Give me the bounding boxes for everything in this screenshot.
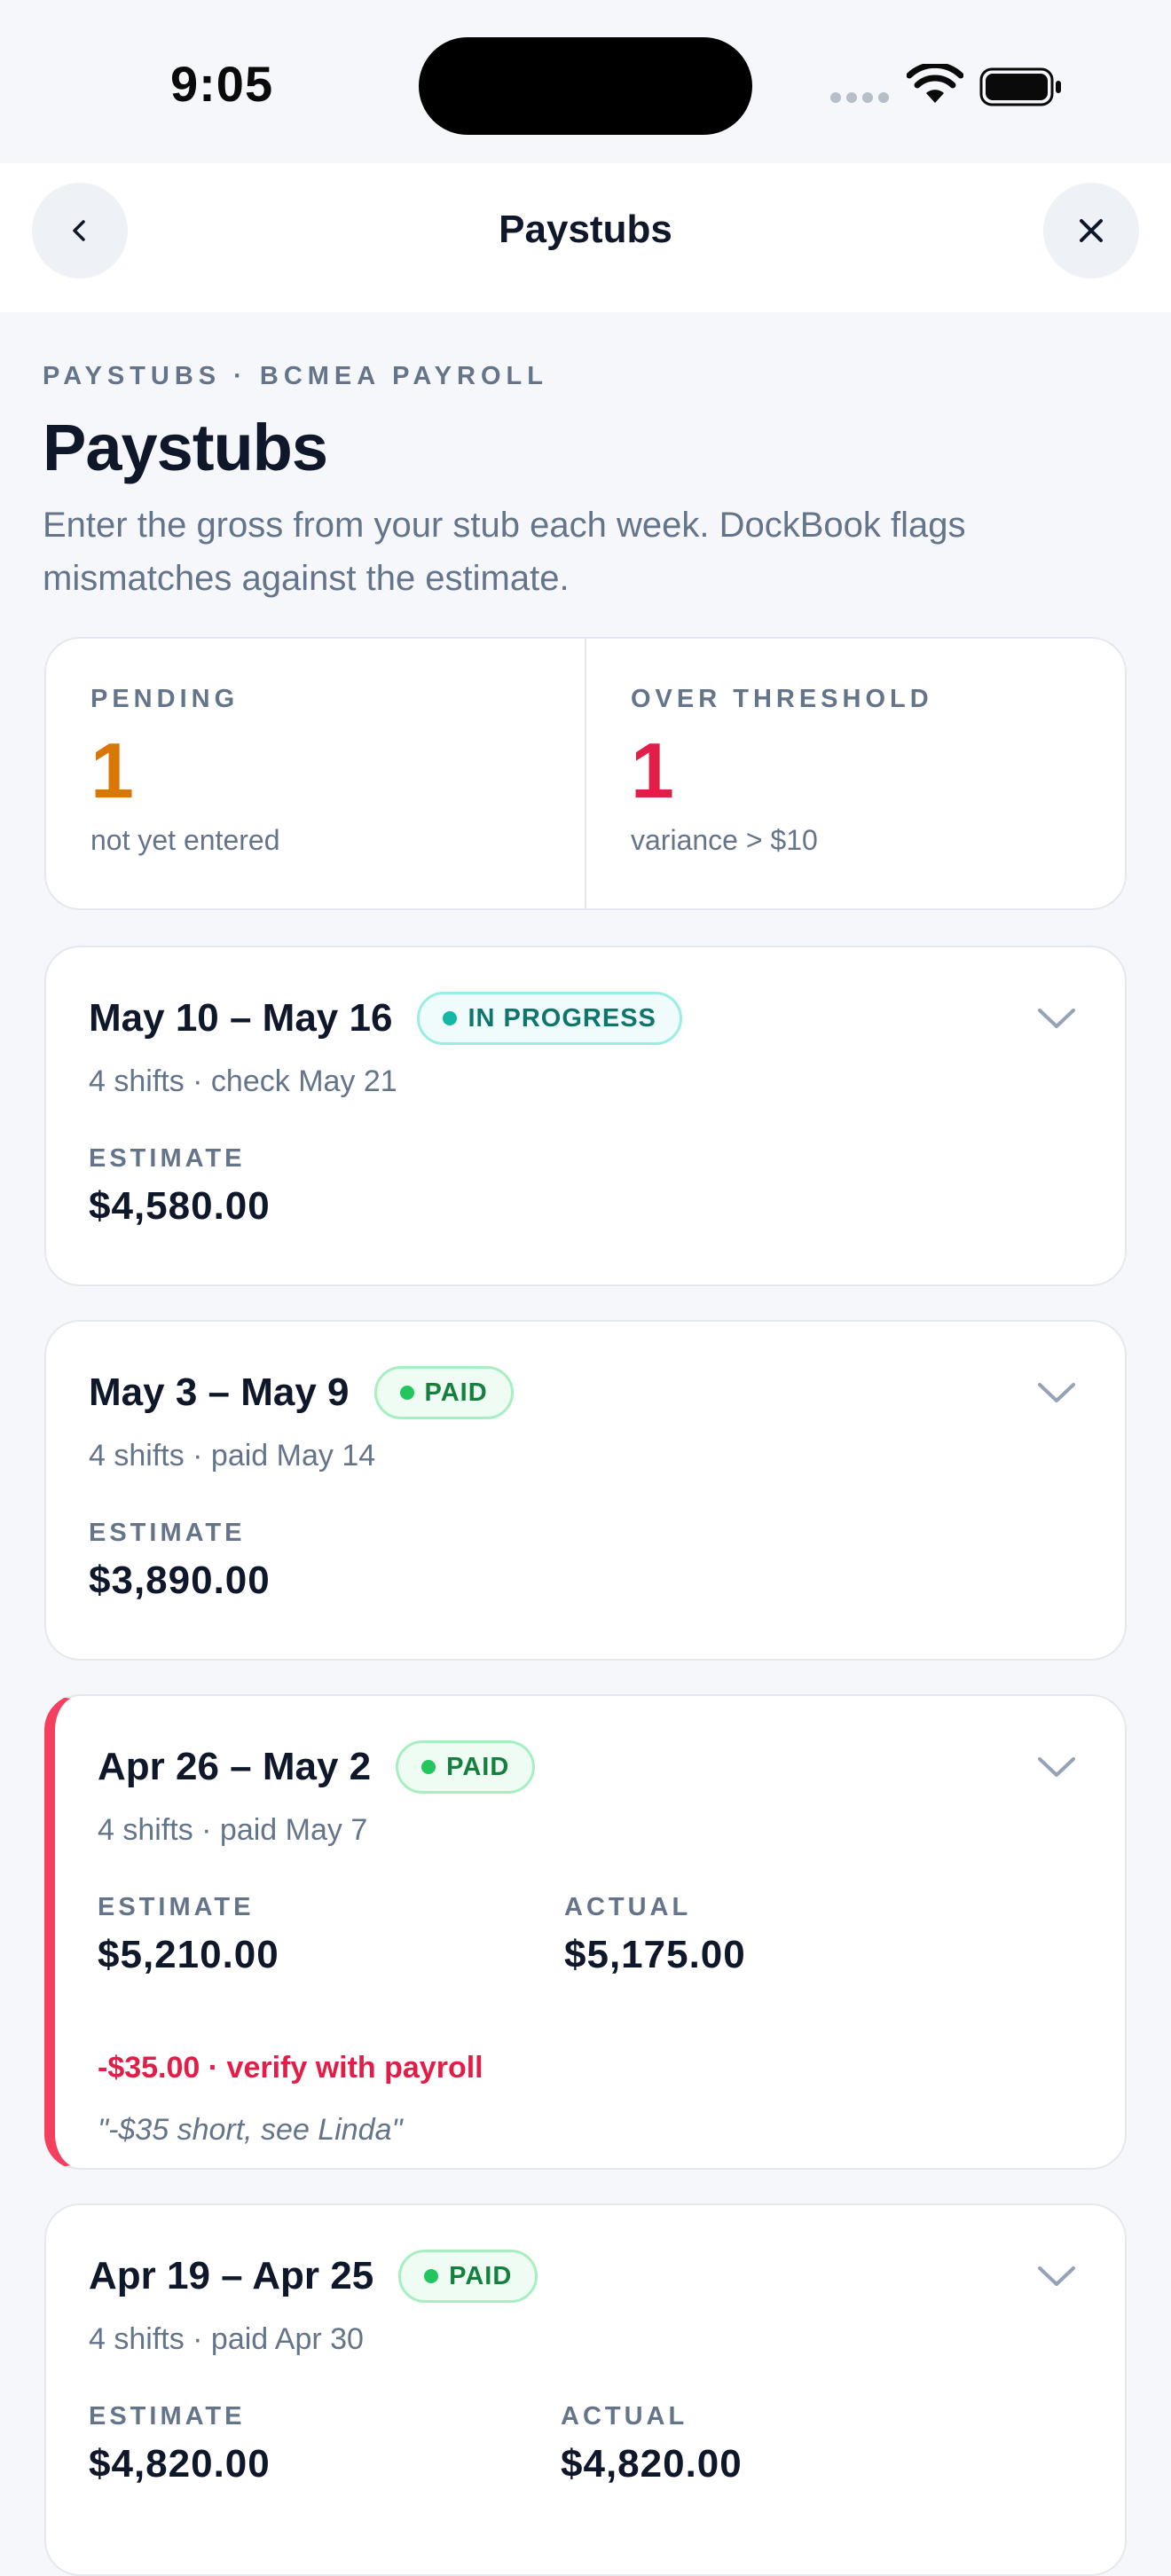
over-threshold-count: 1 [631,726,674,814]
estimate-value: $4,580.00 [89,1184,271,1228]
week-card-flagged[interactable]: Apr 26 – May 2 PAID 4 shifts · paid May … [44,1694,1127,2170]
chevron-down-icon[interactable] [1036,1380,1077,1405]
status-badge-label: PAID [449,2261,513,2290]
close-icon [1080,219,1103,242]
week-meta: 4 shifts · paid May 14 [89,1439,376,1473]
week-card[interactable]: May 3 – May 9 PAID 4 shifts · paid May 1… [44,1320,1127,1661]
week-card[interactable]: Apr 19 – Apr 25 PAID 4 shifts · paid Apr… [44,2203,1127,2576]
week-range: Apr 26 – May 2 [98,1745,372,1788]
status-badge: PAID [373,1366,514,1419]
page-subtitle: Enter the gross from your stub each week… [43,506,966,598]
summary-label: OVER THRESHOLD [631,685,933,713]
cellular-signal-icon [830,92,889,103]
battery-icon [979,67,1061,106]
page-title: Paystubs [43,411,328,484]
estimate-label: ESTIMATE [98,1893,255,1921]
estimate-block: ESTIMATE $4,820.00 [89,2402,271,2486]
summary-note: not yet entered [90,824,280,856]
estimate-value: $5,210.00 [98,1933,279,1976]
estimate-block: ESTIMATE $5,210.00 [98,1893,279,1977]
estimate-value: $4,820.00 [89,2442,271,2486]
status-badge-label: PAID [446,1752,510,1781]
summary-label: PENDING [90,685,240,713]
status-badge-label: PAID [424,1378,488,1407]
status-bar: 9:05 [0,0,1171,163]
status-badge: PAID [398,2250,538,2303]
estimate-label: ESTIMATE [89,1519,246,1547]
estimate-block: ESTIMATE $3,890.00 [89,1519,271,1603]
estimate-block: ESTIMATE $4,580.00 [89,1144,271,1229]
actual-block: ACTUAL $5,175.00 [564,1893,746,1977]
actual-value: $5,175.00 [564,1933,746,1976]
variance-warning: -$35.00 · verify with payroll [98,2051,483,2085]
chevron-down-icon[interactable] [1036,1006,1077,1031]
summary-pending: PENDING 1 not yet entered [46,639,585,908]
actual-value: $4,820.00 [561,2442,743,2486]
week-meta: 4 shifts · paid May 7 [98,1813,368,1847]
week-range: May 3 – May 9 [89,1370,350,1414]
estimate-label: ESTIMATE [89,2402,246,2431]
dynamic-island [419,37,752,135]
estimate-value: $3,890.00 [89,1559,271,1602]
status-badge: PAID [396,1740,536,1794]
chevron-down-icon[interactable] [1036,1755,1077,1779]
summary-note: variance > $10 [631,824,818,856]
status-badge-label: IN PROGRESS [468,1003,656,1033]
week-range: May 10 – May 16 [89,996,393,1040]
actual-block: ACTUAL $4,820.00 [561,2402,743,2486]
nav-title: Paystubs [499,208,672,251]
status-time: 9:05 [170,56,274,112]
variance-note: "-$35 short, see Linda" [98,2113,403,2147]
week-meta: 4 shifts · paid Apr 30 [89,2322,364,2356]
summary-over-threshold: OVER THRESHOLD 1 variance > $10 [585,639,1125,908]
pending-count: 1 [90,726,134,814]
summary-card: PENDING 1 not yet entered OVER THRESHOLD… [44,637,1127,910]
actual-label: ACTUAL [561,2402,688,2431]
close-button[interactable] [1043,183,1139,279]
estimate-label: ESTIMATE [89,1144,246,1173]
status-badge: IN PROGRESS [417,992,682,1045]
nav-bar: Paystubs [0,163,1171,312]
chevron-down-icon[interactable] [1036,2264,1077,2289]
actual-label: ACTUAL [564,1893,692,1921]
week-range: Apr 19 – Apr 25 [89,2254,374,2297]
wifi-icon [907,64,963,103]
page-eyebrow: PAYSTUBS · BCMEA PAYROLL [43,362,548,390]
week-card[interactable]: May 10 – May 16 IN PROGRESS 4 shifts · c… [44,946,1127,1286]
week-meta: 4 shifts · check May 21 [89,1064,397,1098]
